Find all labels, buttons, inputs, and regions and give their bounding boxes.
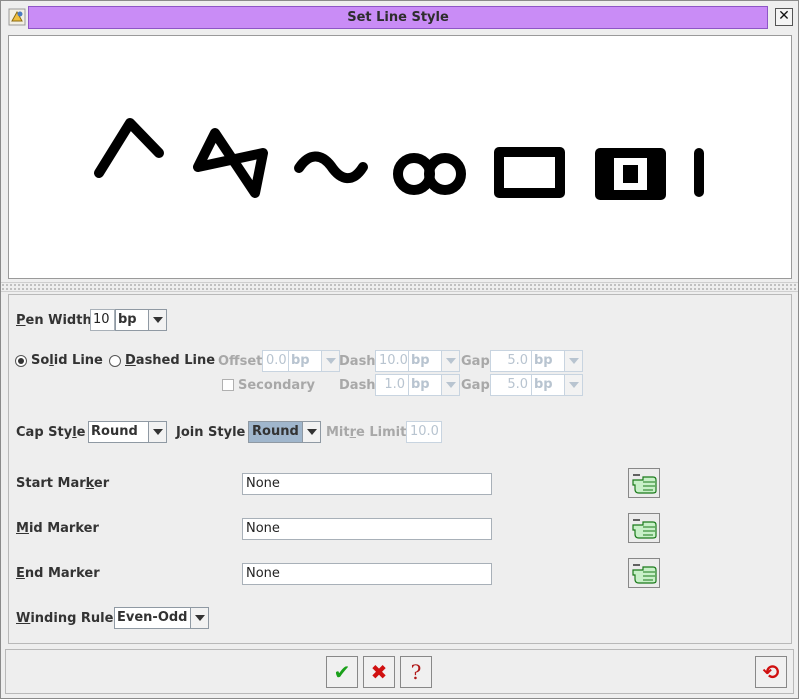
secondary-gap-label: Gap bbox=[461, 378, 490, 393]
pen-width-label: Pen Width bbox=[16, 313, 92, 328]
pen-width-unit-value: bp bbox=[118, 312, 137, 327]
mitre-limit-input[interactable]: 10.0 bbox=[406, 421, 442, 443]
dash-label: Dash bbox=[339, 354, 376, 369]
splitter-handle[interactable] bbox=[1, 282, 798, 292]
dash-unit-value: bp bbox=[411, 353, 430, 368]
start-marker-select-button[interactable] bbox=[628, 468, 660, 498]
chevron-down-icon[interactable] bbox=[564, 375, 582, 395]
winding-rule-value: Even-Odd bbox=[117, 610, 188, 625]
pen-width-input[interactable]: 10 bbox=[90, 309, 115, 331]
dialog-window: Set Line Style ✕ Pen Width 10 bp Solid L… bbox=[0, 0, 799, 699]
end-marker-field[interactable]: None bbox=[242, 563, 492, 585]
secondary-checkbox[interactable] bbox=[222, 379, 234, 391]
chevron-down-icon[interactable] bbox=[148, 422, 166, 442]
secondary-gap-unit-value: bp bbox=[534, 377, 553, 392]
gap-label: Gap bbox=[461, 354, 490, 369]
chevron-down-icon[interactable] bbox=[564, 351, 582, 371]
title-bar: Set Line Style ✕ bbox=[1, 1, 798, 33]
pointing-hand-icon bbox=[632, 564, 657, 584]
offset-unit-value: bp bbox=[291, 353, 310, 368]
chevron-down-icon[interactable] bbox=[441, 351, 459, 371]
pen-width-unit-select[interactable]: bp bbox=[115, 309, 167, 331]
offset-input[interactable]: 0.0 bbox=[262, 350, 289, 372]
join-style-label: Join Style bbox=[176, 425, 246, 440]
gap-input[interactable]: 5.0 bbox=[490, 350, 532, 372]
preview-angle-shape bbox=[94, 118, 164, 178]
chevron-down-icon[interactable] bbox=[190, 608, 208, 628]
settings-panel: Pen Width 10 bp Solid Line Dashed Line O… bbox=[8, 294, 792, 644]
secondary-dash-unit-select[interactable]: bp bbox=[408, 374, 460, 396]
line-style-preview bbox=[8, 35, 792, 279]
gap-unit-select[interactable]: bp bbox=[531, 350, 583, 372]
mid-marker-select-button[interactable] bbox=[628, 513, 660, 543]
secondary-dash-unit-value: bp bbox=[411, 377, 430, 392]
winding-rule-select[interactable]: Even-Odd bbox=[114, 607, 209, 629]
chevron-down-icon[interactable] bbox=[321, 351, 339, 371]
preview-loop-right-shape bbox=[424, 153, 466, 195]
app-icon bbox=[8, 8, 26, 26]
reset-icon: ⟲ bbox=[762, 660, 780, 684]
offset-unit-select[interactable]: bp bbox=[288, 350, 340, 372]
secondary-label: Secondary bbox=[238, 378, 316, 393]
cross-icon: ✖ bbox=[370, 660, 388, 684]
cap-style-select[interactable]: Round bbox=[88, 421, 167, 443]
reset-button[interactable]: ⟲ bbox=[755, 656, 787, 688]
start-marker-field[interactable]: None bbox=[242, 473, 492, 495]
start-marker-label: Start Marker bbox=[16, 476, 110, 491]
join-style-value: Round bbox=[249, 422, 302, 442]
solid-line-radio[interactable] bbox=[15, 355, 27, 367]
cap-style-label: Cap Style bbox=[16, 425, 86, 440]
secondary-dash-label: Dash bbox=[339, 378, 376, 393]
preview-wave-shape bbox=[294, 151, 368, 184]
mitre-limit-label: Mitre Limit bbox=[326, 425, 407, 440]
join-style-select[interactable]: Round bbox=[248, 421, 321, 443]
close-icon: ✕ bbox=[778, 8, 790, 24]
cancel-button[interactable]: ✖ bbox=[363, 656, 395, 688]
checkmark-icon: ✔ bbox=[333, 660, 351, 684]
mid-marker-field[interactable]: None bbox=[242, 518, 492, 540]
button-bar: ✔ ✖ ? ⟲ bbox=[5, 649, 794, 694]
chevron-down-icon[interactable] bbox=[441, 375, 459, 395]
solid-line-label[interactable]: Solid Line bbox=[31, 352, 103, 370]
end-marker-select-button[interactable] bbox=[628, 558, 660, 588]
end-marker-label: End Marker bbox=[16, 566, 100, 581]
pointing-hand-icon bbox=[632, 474, 657, 494]
ok-button[interactable]: ✔ bbox=[326, 656, 358, 688]
winding-rule-label: Winding Rule bbox=[16, 611, 114, 626]
preview-canvas bbox=[94, 118, 704, 200]
secondary-dash-input[interactable]: 1.0 bbox=[375, 374, 409, 396]
close-button[interactable]: ✕ bbox=[775, 8, 793, 26]
preview-rectangle-shape bbox=[494, 147, 565, 198]
dash-unit-select[interactable]: bp bbox=[408, 350, 460, 372]
offset-label: Offset bbox=[218, 354, 263, 369]
dashed-line-radio[interactable] bbox=[109, 355, 121, 367]
preview-zigzag-shape bbox=[193, 128, 268, 198]
chevron-down-icon[interactable] bbox=[302, 422, 320, 442]
dash-input[interactable]: 10.0 bbox=[375, 350, 409, 372]
mid-marker-label: Mid Marker bbox=[16, 521, 99, 536]
cap-style-value: Round bbox=[91, 424, 138, 439]
gap-unit-value: bp bbox=[534, 353, 553, 368]
secondary-gap-unit-select[interactable]: bp bbox=[531, 374, 583, 396]
window-title: Set Line Style bbox=[28, 6, 768, 29]
dashed-line-label[interactable]: Dashed Line bbox=[125, 352, 215, 370]
question-icon: ? bbox=[410, 660, 422, 684]
secondary-gap-input[interactable]: 5.0 bbox=[490, 374, 532, 396]
chevron-down-icon[interactable] bbox=[148, 310, 166, 330]
pointing-hand-icon bbox=[632, 519, 657, 539]
help-button[interactable]: ? bbox=[400, 656, 432, 688]
